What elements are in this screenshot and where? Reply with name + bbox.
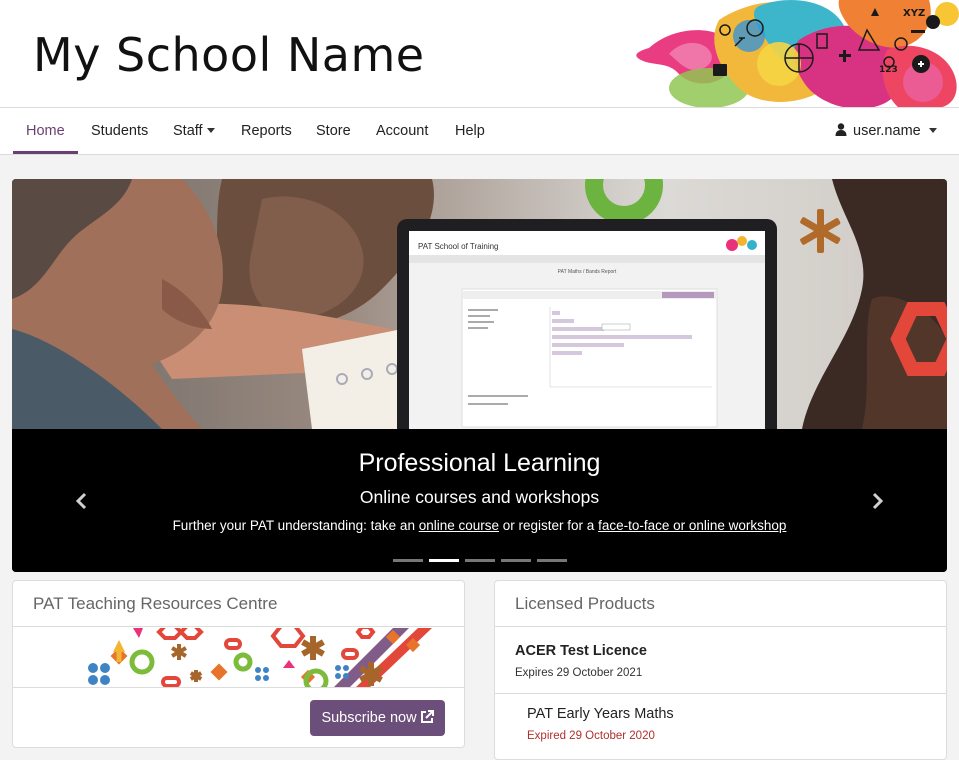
nav-staff[interactable]: Staff bbox=[173, 108, 215, 154]
licensed-heading: Licensed Products bbox=[495, 581, 946, 627]
carousel-subtitle: Online courses and workshops bbox=[359, 487, 600, 507]
licence-name: ACER Test Licence bbox=[515, 643, 647, 659]
main-navbar: Home Students Staff Reports Store Accoun… bbox=[0, 108, 959, 155]
promo-carousel: PAT School of Training PAT Maths / Bands… bbox=[12, 179, 947, 572]
chevron-down-icon bbox=[206, 127, 215, 133]
screen-title: PAT School of Training bbox=[418, 242, 499, 251]
online-course-link[interactable]: online course bbox=[419, 518, 499, 533]
caption-text-before: Further your PAT understanding: take an bbox=[172, 518, 419, 533]
carousel-caption: Professional Learning Online courses and… bbox=[12, 429, 947, 572]
nav-help[interactable]: Help bbox=[455, 108, 485, 154]
caption-text-middle: or register for a bbox=[499, 518, 599, 533]
licence-expiry: Expires 29 October 2021 bbox=[515, 667, 643, 679]
carousel-title: Professional Learning bbox=[358, 449, 601, 477]
nav-account[interactable]: Account bbox=[376, 108, 428, 154]
carousel-indicator-3[interactable] bbox=[465, 559, 495, 562]
carousel-indicator-1[interactable] bbox=[393, 559, 423, 562]
user-icon bbox=[835, 122, 847, 136]
nav-active-indicator bbox=[13, 151, 78, 154]
carousel-description: Further your PAT understanding: take an … bbox=[12, 518, 947, 533]
nav-store[interactable]: Store bbox=[316, 108, 351, 154]
product-name: PAT Early Years Maths bbox=[527, 706, 674, 722]
chevron-right-icon[interactable] bbox=[867, 491, 887, 511]
resources-heading: PAT Teaching Resources Centre bbox=[13, 581, 464, 627]
resources-banner bbox=[13, 628, 464, 688]
science-splash-graphic: XYZ 123 bbox=[636, 0, 959, 107]
carousel-indicator-5[interactable] bbox=[537, 559, 567, 562]
nav-reports[interactable]: Reports bbox=[241, 108, 292, 154]
external-link-icon bbox=[420, 710, 434, 724]
carousel-slide-image: PAT School of Training PAT Maths / Bands… bbox=[12, 179, 947, 429]
nav-students[interactable]: Students bbox=[91, 108, 148, 154]
chevron-down-icon bbox=[928, 127, 937, 133]
workshop-link[interactable]: face-to-face or online workshop bbox=[598, 518, 786, 533]
resources-panel: PAT Teaching Resources Centre Subscribe … bbox=[12, 580, 465, 748]
user-menu[interactable]: user.name bbox=[835, 108, 937, 154]
screen-report-title: PAT Maths / Bands Report bbox=[558, 269, 617, 275]
licensed-products-panel: Licensed Products ACER Test Licence Expi… bbox=[494, 580, 947, 760]
user-name: user.name bbox=[853, 123, 921, 139]
nav-staff-label: Staff bbox=[173, 123, 203, 139]
carousel-indicator-2[interactable] bbox=[429, 559, 459, 562]
carousel-indicator-4[interactable] bbox=[501, 559, 531, 562]
product-expiry: Expired 29 October 2020 bbox=[527, 730, 655, 742]
shapes-graphic bbox=[88, 628, 432, 687]
art-text-xyz: XYZ bbox=[903, 8, 925, 19]
site-header: My School Name XYZ 123 bbox=[0, 0, 959, 108]
nav-home[interactable]: Home bbox=[26, 108, 65, 154]
art-text-123: 123 bbox=[879, 65, 898, 75]
subscribe-button[interactable]: Subscribe now bbox=[310, 700, 445, 736]
licence-item: ACER Test Licence Expires 29 October 202… bbox=[495, 628, 946, 694]
product-item: PAT Early Years Maths Expired 29 October… bbox=[495, 694, 946, 759]
subscribe-label: Subscribe now bbox=[321, 710, 417, 726]
school-name: My School Name bbox=[33, 28, 425, 82]
chevron-left-icon[interactable] bbox=[72, 491, 92, 511]
